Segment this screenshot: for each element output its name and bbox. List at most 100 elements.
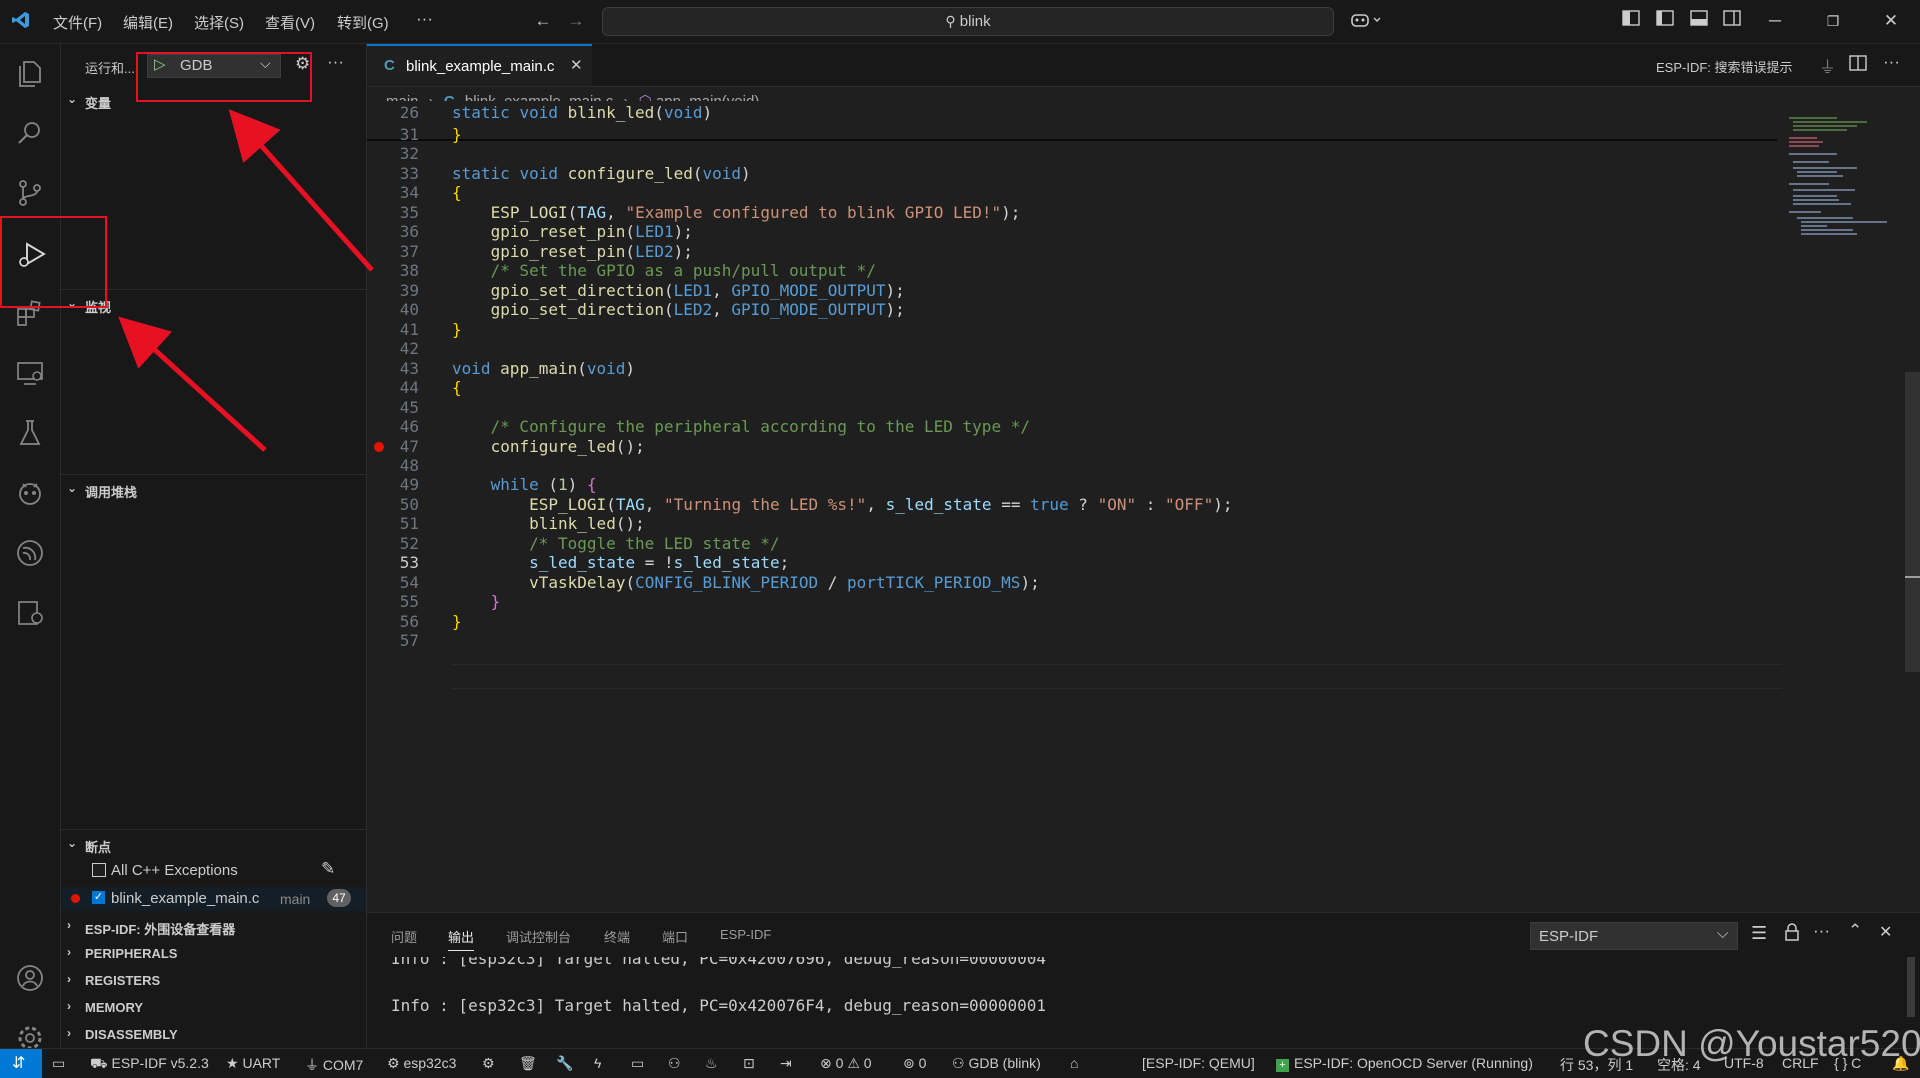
openocd-server-item[interactable]: + ESP-IDF: OpenOCD Server (Running) bbox=[1276, 1055, 1533, 1072]
search-view-button[interactable] bbox=[0, 104, 60, 160]
breakpoint-checkbox-checked[interactable]: ✓ bbox=[92, 891, 105, 904]
customize-layout-icon[interactable] bbox=[1620, 10, 1642, 32]
run-task-icon[interactable]: ⇥ bbox=[780, 1055, 792, 1072]
menu-file[interactable]: 文件(F) bbox=[53, 12, 102, 33]
split-editor-icon[interactable] bbox=[1849, 55, 1867, 74]
testing-button[interactable] bbox=[0, 404, 60, 460]
close-tab-icon[interactable]: ✕ bbox=[570, 56, 583, 74]
restore-icon[interactable]: ❐ bbox=[1822, 10, 1844, 32]
section-divider bbox=[61, 474, 366, 475]
editor-scrollbar-thumb[interactable] bbox=[1905, 372, 1920, 672]
accounts-button[interactable] bbox=[0, 949, 60, 1005]
breakpoint-label: blink_example_main.c bbox=[111, 890, 260, 907]
remote-indicator[interactable]: ⇵ bbox=[0, 1049, 42, 1078]
breakpoints-section-header[interactable]: ⌄ 断点 bbox=[61, 834, 366, 856]
more-actions-icon[interactable]: ··· bbox=[327, 52, 344, 72]
minimize-icon[interactable]: ─ bbox=[1764, 10, 1786, 32]
tab-output[interactable]: 输出 bbox=[448, 927, 475, 951]
chevron-right-icon: › bbox=[67, 918, 71, 932]
esp-rainmaker-button[interactable] bbox=[0, 524, 60, 580]
debug-alt-icon: ⚇ bbox=[952, 1055, 969, 1071]
section-label: MEMORY bbox=[85, 1000, 144, 1015]
esp-idf-button[interactable] bbox=[0, 464, 60, 520]
more-actions-icon[interactable]: ··· bbox=[1883, 52, 1900, 72]
menu-go[interactable]: 转到(G) bbox=[337, 12, 389, 33]
code-line[interactable]: 57 bbox=[367, 629, 1777, 653]
callstack-section-header[interactable]: ⌄ 调用堆栈 bbox=[61, 479, 366, 501]
debug-icon[interactable]: ⚇ bbox=[668, 1055, 681, 1072]
output-channel-select[interactable]: ESP-IDF ⌵ bbox=[1530, 922, 1738, 950]
menu-selection[interactable]: 选择(S) bbox=[194, 12, 244, 33]
remote-explorer-button[interactable] bbox=[0, 344, 60, 400]
peripheral-viewer-section-header[interactable]: › ESP-IDF: 外围设备查看器 bbox=[61, 916, 366, 938]
target-label: esp32c3 bbox=[403, 1055, 457, 1071]
esp-idf-component-button[interactable] bbox=[0, 584, 60, 640]
code-line[interactable]: 26 static void blink_led(void) bbox=[367, 101, 1777, 125]
full-clean-trash-icon[interactable]: 🗑 bbox=[519, 1055, 537, 1072]
lock-icon[interactable] bbox=[1784, 923, 1800, 946]
debug-session-label: GDB (blink) bbox=[968, 1055, 1041, 1071]
minimap[interactable] bbox=[1777, 112, 1912, 242]
breakpoint-dot-icon[interactable] bbox=[374, 441, 384, 452]
esp-idf-version[interactable]: ⛟ ESP-IDF v5.2.3 bbox=[90, 1055, 209, 1074]
close-panel-icon[interactable]: ✕ bbox=[1879, 922, 1892, 942]
toggle-secondary-sidebar-icon[interactable] bbox=[1721, 10, 1743, 32]
copilot-icon[interactable] bbox=[1348, 10, 1386, 32]
output-line: Info : [esp32c3] Target halted, PC=0x420… bbox=[391, 957, 1047, 968]
output-scrollbar-thumb[interactable] bbox=[1907, 957, 1915, 1017]
more-actions-icon[interactable]: ··· bbox=[1813, 921, 1830, 941]
toggle-primary-sidebar-icon[interactable] bbox=[1654, 10, 1676, 32]
menu-more[interactable]: ··· bbox=[416, 9, 433, 29]
tab-terminal[interactable]: 终端 bbox=[604, 927, 630, 946]
disassembly-section-header[interactable]: › DISASSEMBLY bbox=[61, 1024, 366, 1046]
tab-esp-idf[interactable]: ESP-IDF bbox=[720, 927, 771, 942]
edit-pencil-icon[interactable]: ✎ bbox=[321, 859, 335, 879]
peripherals-section-header[interactable]: › PERIPHERALS bbox=[61, 943, 366, 965]
filter-lines-icon[interactable]: ☰ bbox=[1751, 923, 1767, 944]
explorer-button[interactable] bbox=[0, 44, 60, 100]
csdn-watermark: CSDN @Youstar520 bbox=[1583, 1023, 1920, 1064]
close-icon[interactable]: ✕ bbox=[1880, 10, 1902, 32]
debug-session-item[interactable]: ⚇ GDB (blink) bbox=[952, 1055, 1041, 1072]
esp-idf-qemu-item[interactable]: [ESP-IDF: QEMU] bbox=[1142, 1055, 1255, 1071]
breakpoint-row[interactable]: All C++ Exceptions ✎ bbox=[61, 859, 366, 883]
flash-lightning-icon[interactable]: ϟ bbox=[594, 1055, 601, 1071]
breakpoint-row[interactable]: ✓ blink_example_main.c main 47 bbox=[61, 887, 366, 911]
tab-problems[interactable]: 问题 bbox=[391, 927, 417, 946]
esp-idf-search-error-hint[interactable]: ESP-IDF: 搜索错误提示 bbox=[1656, 57, 1793, 76]
title-bar: 文件(F) 编辑(E) 选择(S) 查看(V) 转到(G) ··· ← → ⚲ … bbox=[0, 0, 1920, 44]
back-arrow-icon[interactable]: ← bbox=[532, 10, 554, 32]
error-icon: ⊗ bbox=[820, 1055, 836, 1071]
esp-rainmaker-icon bbox=[17, 540, 43, 566]
plug-icon[interactable]: ⏚ bbox=[1819, 53, 1836, 78]
source-control-button[interactable] bbox=[0, 164, 60, 220]
build-flash-monitor-flame-icon[interactable]: ♨ bbox=[705, 1055, 718, 1072]
folder-icon[interactable]: ▭ bbox=[52, 1055, 65, 1072]
ports-forwarded-item[interactable]: ⊚ 0 bbox=[903, 1055, 926, 1072]
tab-ports[interactable]: 端口 bbox=[662, 927, 688, 946]
registers-section-header[interactable]: › REGISTERS bbox=[61, 970, 366, 992]
memory-section-header[interactable]: › MEMORY bbox=[61, 997, 366, 1019]
problems-counter[interactable]: ⊗ 0 ⚠ 0 bbox=[820, 1055, 872, 1072]
tab-debug-console[interactable]: 调试控制台 bbox=[506, 927, 571, 946]
monitor-icon[interactable]: ▭ bbox=[631, 1055, 644, 1072]
menu-edit[interactable]: 编辑(E) bbox=[123, 12, 173, 33]
command-center-search[interactable]: ⚲ blink bbox=[602, 7, 1334, 36]
build-wrench-icon[interactable]: 🔧 bbox=[556, 1055, 573, 1072]
account-icon bbox=[17, 965, 43, 991]
toggle-panel-icon[interactable] bbox=[1688, 10, 1710, 32]
chevron-right-icon: › bbox=[67, 999, 71, 1013]
menu-view[interactable]: 查看(V) bbox=[265, 12, 315, 33]
breakpoint-checkbox[interactable] bbox=[92, 863, 106, 877]
com-port-item[interactable]: ⏚ COM7 bbox=[305, 1055, 363, 1075]
terminal-icon[interactable]: ⊡ bbox=[743, 1055, 755, 1072]
maximize-panel-chevron-up-icon[interactable]: ⌃ bbox=[1848, 921, 1862, 941]
ports-count: 0 bbox=[918, 1055, 927, 1071]
target-item[interactable]: ⚙ esp32c3 bbox=[387, 1055, 456, 1072]
sdk-config-gear-icon[interactable]: ⚙ bbox=[482, 1055, 495, 1072]
uart-item[interactable]: ★ UART bbox=[226, 1055, 280, 1072]
forward-arrow-icon[interactable]: → bbox=[565, 10, 587, 32]
home-icon[interactable]: ⌂ bbox=[1070, 1055, 1078, 1071]
tab-blink-example-main[interactable]: C blink_example_main.c ✕ bbox=[367, 44, 592, 86]
vscode-logo-icon bbox=[10, 10, 32, 32]
